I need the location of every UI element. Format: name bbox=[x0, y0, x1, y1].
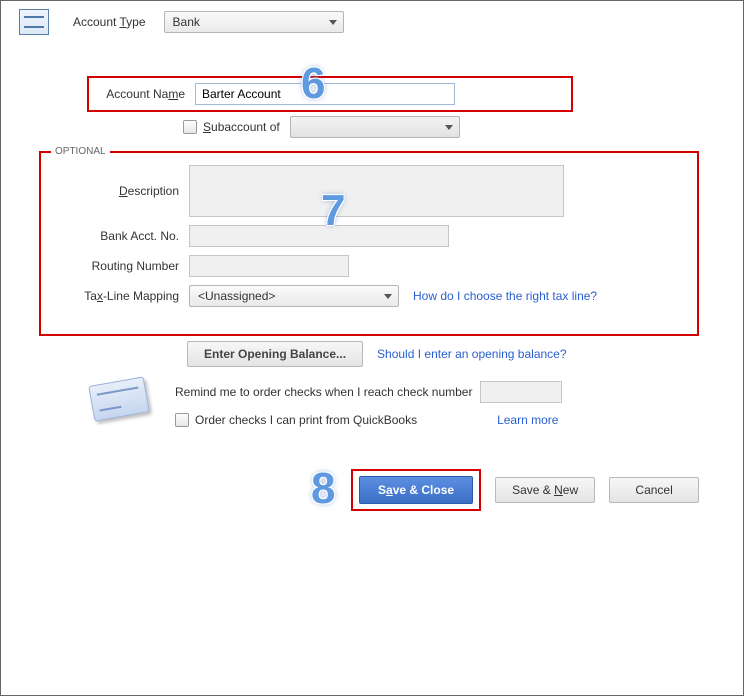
button-bar: Save & Close Save & New Cancel bbox=[351, 469, 699, 511]
chevron-down-icon bbox=[445, 125, 453, 130]
save-and-new-button[interactable]: Save & New bbox=[495, 477, 595, 503]
save-and-close-button[interactable]: Save & Close bbox=[359, 476, 473, 504]
tax-line-help-link[interactable]: How do I choose the right tax line? bbox=[413, 289, 597, 303]
bank-acct-no-label: Bank Acct. No. bbox=[41, 229, 189, 243]
opening-balance-help-link[interactable]: Should I enter an opening balance? bbox=[377, 347, 567, 361]
remind-checks-label: Remind me to order checks when I reach c… bbox=[175, 385, 472, 399]
subaccount-select[interactable] bbox=[290, 116, 460, 138]
routing-number-label: Routing Number bbox=[41, 259, 189, 273]
save-close-highlight: Save & Close bbox=[351, 469, 481, 511]
tax-line-select[interactable]: <Unassigned> bbox=[189, 285, 399, 307]
enter-opening-balance-button[interactable]: Enter Opening Balance... bbox=[187, 341, 363, 367]
chevron-down-icon bbox=[384, 294, 392, 299]
cancel-button[interactable]: Cancel bbox=[609, 477, 699, 503]
account-name-input[interactable] bbox=[195, 83, 455, 105]
optional-section-highlight: OPTIONAL Description Bank Acct. No. Rout… bbox=[39, 146, 699, 336]
subaccount-row: Subaccount of bbox=[183, 116, 460, 138]
description-input[interactable] bbox=[189, 165, 564, 217]
account-type-select[interactable]: Bank bbox=[164, 11, 344, 33]
check-number-input[interactable] bbox=[480, 381, 562, 403]
description-label: Description bbox=[41, 184, 189, 198]
checks-section: Remind me to order checks when I reach c… bbox=[91, 381, 691, 427]
optional-legend: OPTIONAL bbox=[51, 146, 110, 157]
annotation-8: 8 bbox=[311, 464, 335, 514]
routing-number-input[interactable] bbox=[189, 255, 349, 277]
order-checks-label: Order checks I can print from QuickBooks bbox=[195, 413, 417, 427]
tax-line-value: <Unassigned> bbox=[198, 289, 275, 303]
account-name-highlight: Account Name bbox=[87, 76, 573, 112]
account-register-icon bbox=[19, 9, 49, 35]
bank-acct-no-input[interactable] bbox=[189, 225, 449, 247]
order-checks-checkbox[interactable] bbox=[175, 413, 189, 427]
dialog-window: Account Type Bank Account Name Subaccoun… bbox=[0, 0, 744, 696]
chevron-down-icon bbox=[329, 20, 337, 25]
header-row: Account Type Bank bbox=[1, 1, 743, 41]
subaccount-label: Subaccount of bbox=[203, 120, 280, 134]
account-name-label: Account Name bbox=[97, 87, 195, 101]
learn-more-link[interactable]: Learn more bbox=[497, 413, 558, 427]
account-type-value: Bank bbox=[173, 15, 200, 29]
tax-line-label: Tax-Line Mapping bbox=[41, 289, 189, 303]
account-type-label: Account Type bbox=[73, 15, 146, 29]
opening-balance-row: Enter Opening Balance... Should I enter … bbox=[39, 341, 699, 373]
subaccount-checkbox[interactable] bbox=[183, 120, 197, 134]
checkbook-icon bbox=[88, 376, 149, 421]
